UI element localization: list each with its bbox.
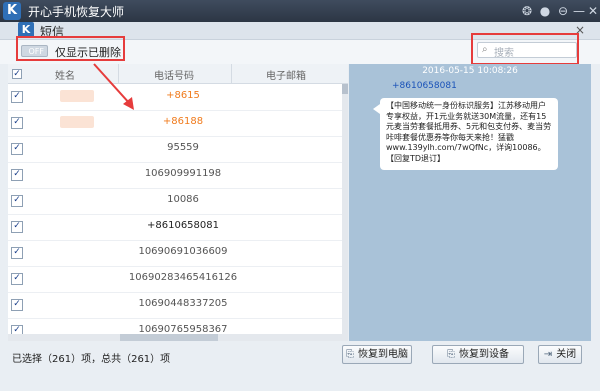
contact-name-redacted [60, 90, 94, 102]
table-row[interactable]: ✓ 10690765958367 [8, 318, 342, 334]
message-bubble: 【中国移动统一身份标识服务】江苏移动用户专享权益，开1元业务就送30M流量，还有… [380, 98, 558, 170]
table-row[interactable]: ✓ 10690283465416126 [8, 266, 342, 293]
phone-number: 10086 [167, 194, 199, 205]
wechat-icon[interactable]: ❂ [520, 4, 534, 18]
phone-number: +8610658081 [146, 220, 219, 231]
annotation-arrow-icon [93, 63, 134, 110]
app-title: 开心手机恢复大师 [28, 5, 125, 19]
phone-number: 10690283465416126 [128, 272, 238, 283]
message-date: 2016-05-15 10:08:26 [422, 66, 518, 76]
selection-status: 已选择（261）项，总共（261）项 [12, 354, 171, 365]
row-checkbox[interactable]: ✓ [11, 91, 23, 103]
table-row[interactable]: ✓ 95559 [8, 136, 342, 163]
table-row[interactable]: ✓ 10690448337205 [8, 292, 342, 319]
button-label: 恢复到电脑 [358, 349, 408, 360]
row-checkbox[interactable]: ✓ [11, 143, 23, 155]
row-checkbox[interactable]: ✓ [11, 221, 23, 233]
phone-number: 10690691036609 [138, 246, 228, 257]
close-button[interactable]: ⇥ 关闭 [538, 345, 582, 364]
restore-to-computer-button[interactable]: ⎘ 恢复到电脑 [342, 345, 412, 364]
phone-number: 10690765958367 [138, 324, 228, 334]
column-header-email[interactable]: 电子邮箱 [231, 67, 341, 82]
message-sender: +8610658081 [392, 81, 457, 91]
table-row[interactable]: ✓ 10086 [8, 188, 342, 215]
row-checkbox[interactable]: ✓ [11, 247, 23, 259]
table-row[interactable]: ✓ 10690691036609 [8, 240, 342, 267]
restore-to-device-button[interactable]: ⎘ 恢复到设备 [432, 345, 524, 364]
column-header-name[interactable]: 姓名 [40, 67, 90, 82]
table-row[interactable]: ✓ 106909991198 [8, 162, 342, 189]
menu-icon[interactable]: ⊖ [556, 4, 570, 18]
table-row[interactable]: ✓ +86188 [8, 110, 342, 137]
close-icon[interactable]: ✕ [586, 4, 600, 18]
row-checkbox[interactable]: ✓ [11, 169, 23, 181]
vertical-scrollbar[interactable] [342, 84, 348, 334]
horizontal-scroll-thumb[interactable] [120, 334, 218, 341]
search-highlight-box [471, 33, 579, 65]
table-row[interactable]: ✓ +8610658081 [8, 214, 342, 241]
phone-number: 106909991198 [144, 168, 222, 179]
row-checkbox[interactable]: ✓ [11, 273, 23, 285]
table-row[interactable]: ✓ +8615 [8, 84, 342, 111]
minimize-icon[interactable]: — [572, 4, 586, 18]
phone-number: 10690448337205 [138, 298, 228, 309]
chat-icon[interactable]: ● [538, 4, 552, 18]
vertical-scroll-thumb[interactable] [342, 84, 348, 94]
contact-list[interactable]: ✓ +8615 ✓ +86188 ✓ 95559 ✓ 106909991198 ✓ 10086 ✓ +… [8, 84, 348, 334]
computer-restore-icon: ⎘ [346, 349, 354, 360]
phone-number: +86188 [162, 116, 204, 127]
button-label: 关闭 [556, 349, 577, 360]
toggle-highlight-box [16, 36, 125, 61]
bubble-tail [373, 104, 380, 114]
device-restore-icon: ⎘ [447, 349, 455, 360]
select-all-checkbox[interactable]: ✓ [12, 69, 22, 79]
row-checkbox[interactable]: ✓ [11, 117, 23, 129]
exit-icon: ⇥ [543, 349, 553, 360]
row-checkbox[interactable]: ✓ [11, 325, 23, 334]
row-checkbox[interactable]: ✓ [11, 195, 23, 207]
button-label: 恢复到设备 [459, 349, 509, 360]
phone-number: 95559 [167, 142, 199, 153]
app-logo-icon: K [3, 2, 21, 20]
phone-number: +8615 [166, 90, 200, 101]
row-checkbox[interactable]: ✓ [11, 299, 23, 311]
contact-name-redacted [60, 116, 94, 128]
